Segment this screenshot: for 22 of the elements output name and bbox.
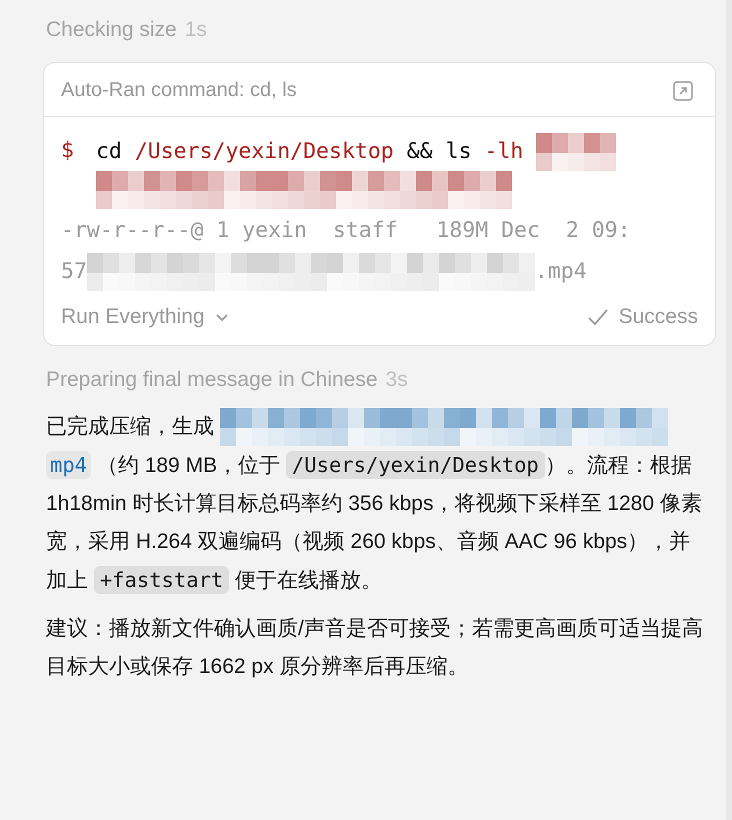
command-text: cd [96,138,122,166]
result-status: Success [618,305,698,329]
file-link[interactable]: mp4 [46,451,92,480]
card-title: Auto-Ran command: cd, ls [61,79,297,102]
open-external-icon[interactable] [673,80,693,100]
run-mode-dropdown[interactable]: Run Everything [61,305,229,329]
message-paragraph: 建议：播放新文件确认画质/声音是否可接受；若需更高画质可适当提高目标大小或保存 1662 px 原分辨率后再压缩。 [46,616,704,680]
message-paragraph: 已完成压缩，生成 mp4 （约 189 MB，位于 /Users/yexin/Desktop ）。流程：根据 1h18min 时长计算目标总码率约 356 kbps，将视频下采样至 1280 像素宽，采用 H.264 双遍编码（视频 260 kbps、音频 AAC 96 kbps），并加上 +faststart 便于在线播放。 [46,408,710,600]
command-text: && [406,138,433,166]
inline-code: +faststart [94,566,230,594]
output-text: -rw-r--r--@ 1 yexin staff 189M Dec 2 09: [61,217,631,245]
status-label: Preparing final message in Chinese [46,368,378,392]
chevron-down-icon [214,312,229,322]
output-text: 57 [61,258,87,286]
checkmark-icon [586,308,609,326]
command-argument: /Users/yexin/Desktop [134,138,394,166]
inline-code: /Users/yexin/Desktop [286,451,545,480]
command-text: ls [446,138,472,166]
status-label: Checking size [46,18,177,42]
output-text: .mp4 [534,258,587,286]
command-argument: -lh [484,138,524,166]
prompt-symbol: $ [61,137,74,165]
